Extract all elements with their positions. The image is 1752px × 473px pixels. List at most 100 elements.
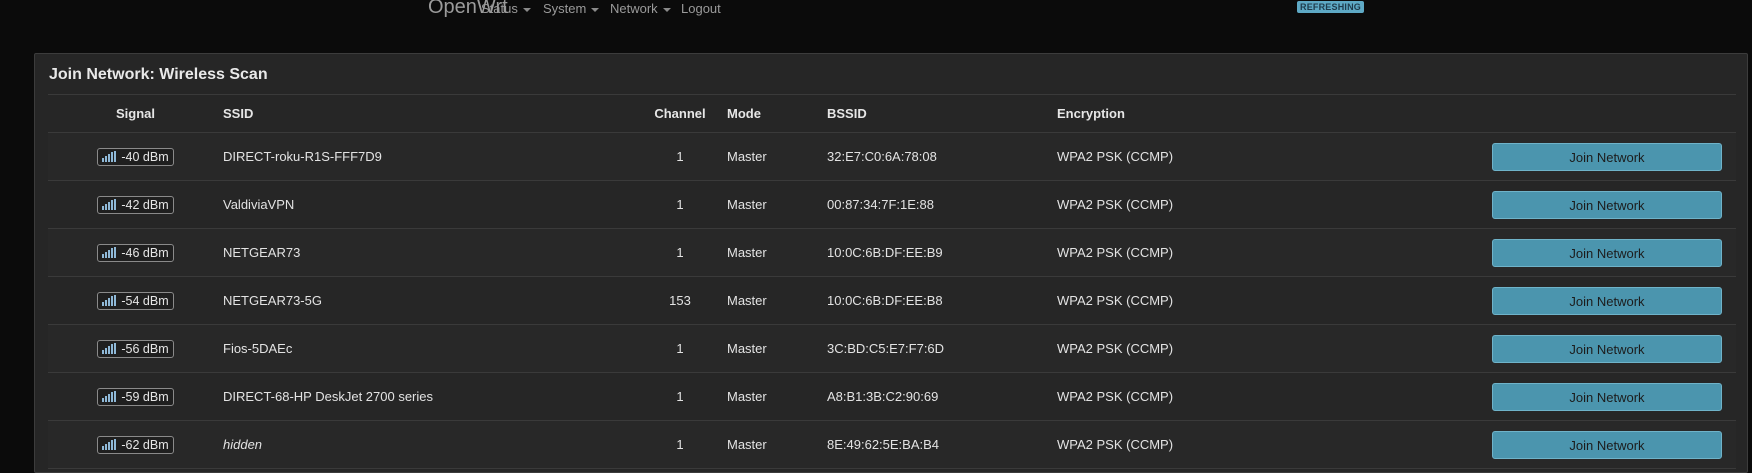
encryption-cell: WPA2 PSK (CCMP) — [1057, 420, 1477, 469]
signal-strength-badge: -54 dBm — [97, 291, 174, 310]
channel-cell: 1 — [633, 132, 727, 181]
menu-logout-label: Logout — [681, 1, 721, 16]
caret-down-icon — [522, 7, 531, 12]
action-cell: Join Network — [1477, 180, 1736, 229]
action-cell: Join Network — [1477, 324, 1736, 373]
table-row: -42 dBm ValdiviaVPN 1 Master 00:87:34:7F:1E:… — [48, 180, 1736, 229]
signal-bars-icon — [102, 150, 117, 162]
signal-bars-icon — [102, 246, 117, 258]
action-cell: Join Network — [1477, 372, 1736, 421]
mode-cell: Master — [727, 132, 827, 181]
wireless-scan-table: Signal SSID Channel Mode BSSID Encryptio… — [48, 94, 1736, 469]
channel-cell: 1 — [633, 324, 727, 373]
encryption-cell: WPA2 PSK (CCMP) — [1057, 276, 1477, 325]
panel-title: Join Network: Wireless Scan — [49, 66, 268, 83]
signal-strength-badge: -56 dBm — [97, 339, 174, 358]
bssid-cell: 32:E7:C0:6A:78:08 — [827, 132, 1057, 181]
column-header-mode: Mode — [727, 94, 827, 133]
encryption-cell: WPA2 PSK (CCMP) — [1057, 180, 1477, 229]
ssid-cell: hidden — [223, 420, 633, 469]
join-network-button[interactable]: Join Network — [1492, 430, 1722, 459]
join-network-button[interactable]: Join Network — [1492, 190, 1722, 219]
bssid-cell: 8E:49:62:5E:BA:B4 — [827, 420, 1057, 469]
join-network-button[interactable]: Join Network — [1492, 142, 1722, 171]
join-network-button[interactable]: Join Network — [1492, 286, 1722, 315]
menu-status[interactable]: Status — [481, 1, 531, 16]
table-header-row: Signal SSID Channel Mode BSSID Encryptio… — [48, 94, 1736, 133]
signal-bars-icon — [102, 294, 117, 306]
column-header-action — [1477, 94, 1736, 133]
action-cell: Join Network — [1477, 228, 1736, 277]
ssid-cell: DIRECT-roku-R1S-FFF7D9 — [223, 132, 633, 181]
signal-bars-icon — [102, 390, 117, 402]
ssid-cell: NETGEAR73 — [223, 228, 633, 277]
menu-system[interactable]: System — [543, 1, 600, 16]
mode-cell: Master — [727, 228, 827, 277]
bssid-cell: 10:0C:6B:DF:EE:B9 — [827, 228, 1057, 277]
action-cell: Join Network — [1477, 420, 1736, 469]
signal-cell: -54 dBm — [48, 276, 223, 325]
wireless-scan-panel: Join Network: Wireless Scan Signal SSID … — [34, 53, 1748, 473]
channel-cell: 1 — [633, 228, 727, 277]
mode-cell: Master — [727, 372, 827, 421]
refreshing-badge[interactable]: REFRESHING — [1297, 1, 1365, 13]
channel-cell: 153 — [633, 276, 727, 325]
mode-cell: Master — [727, 420, 827, 469]
bssid-cell: A8:B1:3B:C2:90:69 — [827, 372, 1057, 421]
signal-strength-badge: -59 dBm — [97, 387, 174, 406]
action-cell: Join Network — [1477, 276, 1736, 325]
signal-strength-badge: -62 dBm — [97, 435, 174, 454]
signal-cell: -40 dBm — [48, 132, 223, 181]
channel-cell: 1 — [633, 180, 727, 229]
table-row: -40 dBm DIRECT-roku-R1S-FFF7D9 1 Master 32:E… — [48, 132, 1736, 181]
signal-bars-icon — [102, 198, 117, 210]
join-network-button[interactable]: Join Network — [1492, 334, 1722, 363]
signal-value: -54 dBm — [121, 293, 169, 308]
encryption-cell: WPA2 PSK (CCMP) — [1057, 132, 1477, 181]
channel-cell: 1 — [633, 372, 727, 421]
ssid-cell: NETGEAR73-5G — [223, 276, 633, 325]
mode-cell: Master — [727, 180, 827, 229]
signal-value: -62 dBm — [121, 437, 169, 452]
mode-cell: Master — [727, 324, 827, 373]
signal-strength-badge: -42 dBm — [97, 195, 174, 214]
caret-down-icon — [662, 7, 671, 12]
bssid-cell: 3C:BD:C5:E7:F7:6D — [827, 324, 1057, 373]
mode-cell: Master — [727, 276, 827, 325]
join-network-button[interactable]: Join Network — [1492, 238, 1722, 267]
column-header-signal: Signal — [48, 94, 223, 133]
channel-cell: 1 — [633, 420, 727, 469]
bssid-cell: 10:0C:6B:DF:EE:B8 — [827, 276, 1057, 325]
signal-cell: -46 dBm — [48, 228, 223, 277]
column-header-ssid: SSID — [223, 94, 633, 133]
signal-cell: -59 dBm — [48, 372, 223, 421]
encryption-cell: WPA2 PSK (CCMP) — [1057, 324, 1477, 373]
join-network-button[interactable]: Join Network — [1492, 382, 1722, 411]
signal-value: -59 dBm — [121, 389, 169, 404]
table-row: -62 dBm hidden 1 Master 8E:49:62:5E:BA:B4 WPA… — [48, 420, 1736, 469]
signal-cell: -56 dBm — [48, 324, 223, 373]
encryption-cell: WPA2 PSK (CCMP) — [1057, 228, 1477, 277]
encryption-cell: WPA2 PSK (CCMP) — [1057, 372, 1477, 421]
signal-strength-badge: -40 dBm — [97, 147, 174, 166]
signal-bars-icon — [102, 342, 117, 354]
menu-system-label: System — [543, 1, 587, 16]
signal-value: -56 dBm — [121, 341, 169, 356]
table-row: -59 dBm DIRECT-68-HP DeskJet 2700 series 1… — [48, 372, 1736, 421]
ssid-cell: Fios-5DAEc — [223, 324, 633, 373]
table-row: -54 dBm NETGEAR73-5G 153 Master 10:0C:6B:DF:… — [48, 276, 1736, 325]
menu-network[interactable]: Network — [610, 1, 671, 16]
signal-cell: -42 dBm — [48, 180, 223, 229]
bssid-cell: 00:87:34:7F:1E:88 — [827, 180, 1057, 229]
ssid-cell: ValdiviaVPN — [223, 180, 633, 229]
action-cell: Join Network — [1477, 132, 1736, 181]
table-row: -56 dBm Fios-5DAEc 1 Master 3C:BD:C5:E7:F7:6… — [48, 324, 1736, 373]
menu-status-label: Status — [481, 1, 518, 16]
ssid-cell: DIRECT-68-HP DeskJet 2700 series — [223, 372, 633, 421]
menu-logout[interactable]: Logout — [681, 1, 721, 16]
signal-value: -40 dBm — [121, 149, 169, 164]
signal-bars-icon — [102, 438, 117, 450]
top-navigation-bar: OpenWrt Status System Network Logout REF… — [0, 0, 1752, 22]
signal-strength-badge: -46 dBm — [97, 243, 174, 262]
column-header-channel: Channel — [633, 94, 727, 133]
